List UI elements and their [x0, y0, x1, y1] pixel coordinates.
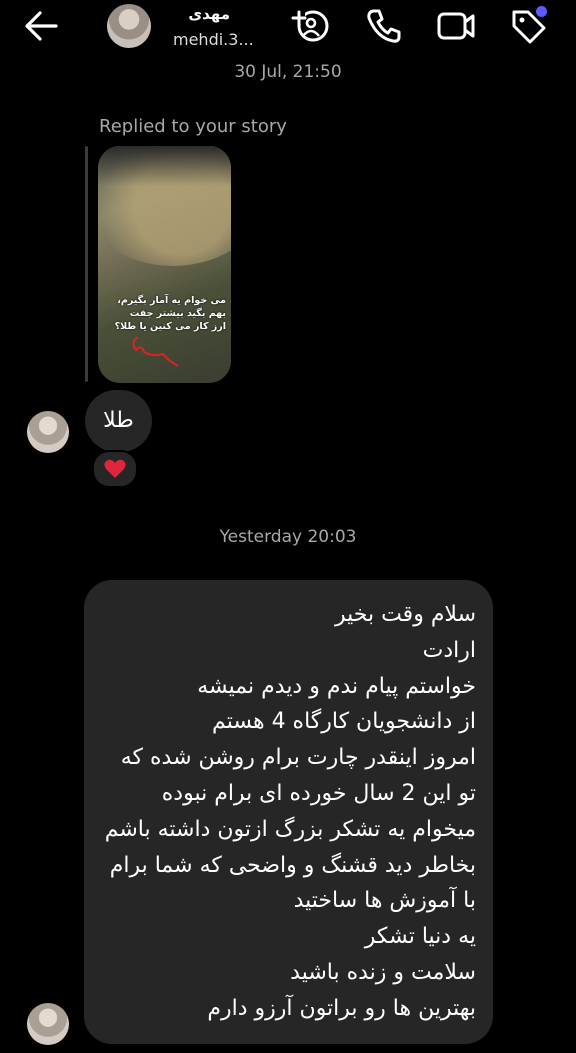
video-icon[interactable]	[436, 6, 476, 46]
message-line: میخوام یه تشکر بزرگ ازتون داشته باشم	[104, 816, 476, 842]
message-bubble[interactable]: طلا	[85, 390, 152, 452]
message-line: بهترین ها رو براتون آرزو دارم	[207, 995, 476, 1021]
message-bubble[interactable]: سلام وقت بخیر ارادت خواستم پیام ندم و دی…	[84, 580, 493, 1044]
message-line: سلامت و زنده باشید	[290, 959, 476, 985]
story-scribble	[132, 336, 179, 367]
message-line: بخاطر دید قشنگ و واضحی که شما برام	[109, 852, 476, 878]
message-line: از دانشجویان کارگاه 4 هستم	[212, 709, 476, 735]
heart-icon	[104, 459, 126, 478]
back-arrow-icon[interactable]	[22, 8, 62, 44]
reaction-badge[interactable]	[92, 450, 138, 488]
message-line: یه دنیا تشکر	[364, 924, 476, 950]
message-line: ارادت	[422, 637, 476, 663]
phone-icon[interactable]	[364, 6, 404, 46]
replied-label: Replied to your story	[99, 116, 287, 137]
message-line: تو این 2 سال خورده ای برام نبوده	[161, 780, 476, 806]
message-line: با آموزش ها ساختید	[293, 888, 476, 914]
message-line: سلام وقت بخیر	[334, 602, 476, 627]
message-line: امروز اینقدر چارت برام روشن شده که	[120, 745, 476, 771]
contact-name[interactable]: مهدی	[170, 5, 230, 23]
timestamp: Yesterday 20:03	[219, 527, 357, 547]
chat-header: مهدی mehdi.3...	[0, 0, 576, 56]
notification-badge	[536, 6, 547, 17]
message-text: سلام وقت بخیر ارادت خواستم پیام ندم و دی…	[96, 597, 476, 1027]
avatar[interactable]	[27, 1003, 69, 1045]
reply-divider	[85, 146, 88, 382]
message-line: خواستم پیام ندم و دیدم نمیشه	[197, 673, 476, 699]
avatar[interactable]	[107, 4, 151, 48]
add-user-icon[interactable]	[291, 6, 331, 46]
avatar[interactable]	[27, 411, 69, 453]
timestamp: 30 Jul, 21:50	[234, 62, 342, 82]
contact-username[interactable]: mehdi.3...	[173, 30, 254, 49]
story-thumbnail[interactable]: می خوام یه آمار بگیرم، بهم بگید بیشتر جف…	[98, 146, 231, 383]
